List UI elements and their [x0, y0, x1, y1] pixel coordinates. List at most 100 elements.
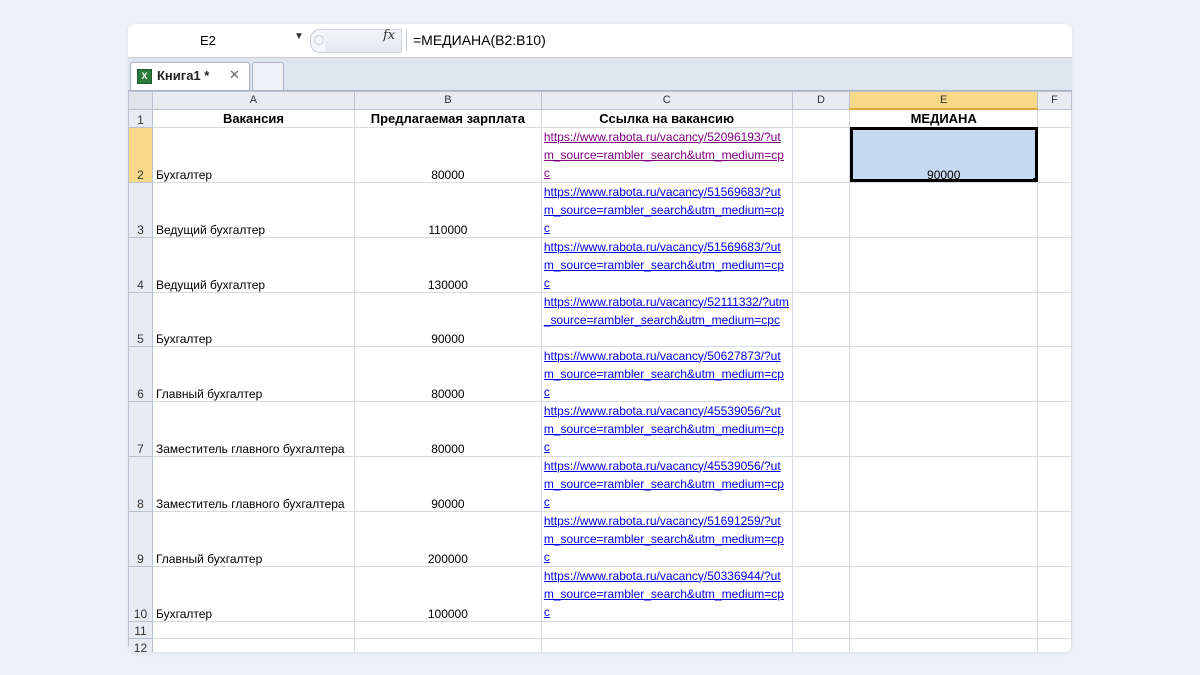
link-column-header[interactable]: Ссылка на вакансию: [540, 108, 793, 128]
workbook-tab[interactable]: X Книга1 * ✕: [130, 62, 250, 90]
select-all-corner[interactable]: [128, 91, 153, 110]
row-header[interactable]: 9: [128, 510, 153, 567]
row-header[interactable]: 4: [128, 236, 153, 293]
vacancy-cell[interactable]: Бухгалтер: [151, 565, 355, 622]
empty-cell[interactable]: [849, 510, 1039, 567]
empty-cell[interactable]: [791, 126, 851, 183]
salary-cell[interactable]: 80000: [353, 345, 542, 402]
vacancy-cell[interactable]: Главный бухгалтер: [151, 510, 355, 567]
row-header[interactable]: 12: [128, 637, 153, 652]
vacancy-column-header[interactable]: Вакансия: [151, 108, 355, 128]
vacancy-cell[interactable]: Заместитель главного бухгалтера: [151, 455, 355, 512]
empty-cell[interactable]: [791, 510, 851, 567]
empty-cell[interactable]: [1037, 345, 1072, 402]
column-header-b[interactable]: B: [353, 91, 542, 110]
empty-cell[interactable]: [849, 400, 1039, 457]
row-header[interactable]: 3: [128, 181, 153, 238]
row-header[interactable]: 6: [128, 345, 153, 402]
empty-cell[interactable]: [791, 565, 851, 622]
row-header[interactable]: 7: [128, 400, 153, 457]
median-result-cell[interactable]: 90000: [849, 126, 1039, 183]
row-header[interactable]: 5: [128, 291, 153, 347]
vacancy-cell[interactable]: Ведущий бухгалтер: [151, 181, 355, 238]
empty-cell[interactable]: [1037, 181, 1072, 238]
empty-cell[interactable]: [1037, 565, 1072, 622]
empty-cell[interactable]: [849, 181, 1039, 238]
empty-cell[interactable]: [791, 455, 851, 512]
empty-cell[interactable]: [1037, 400, 1072, 457]
empty-cell[interactable]: [849, 236, 1039, 293]
vacancy-cell[interactable]: Заместитель главного бухгалтера: [151, 400, 355, 457]
column-header-f[interactable]: F: [1037, 91, 1072, 110]
row-header[interactable]: 8: [128, 455, 153, 512]
empty-cell[interactable]: [1037, 236, 1072, 293]
row-header[interactable]: 11: [128, 620, 153, 639]
vacancy-link[interactable]: https://www.rabota.ru/vacancy/51691259/?…: [540, 510, 793, 567]
empty-cell[interactable]: [353, 637, 542, 652]
vacancy-link[interactable]: https://www.rabota.ru/vacancy/52111332/?…: [540, 291, 793, 347]
vacancy-cell[interactable]: Бухгалтер: [151, 126, 355, 183]
salary-cell[interactable]: 110000: [353, 181, 542, 238]
empty-cell[interactable]: [849, 455, 1039, 512]
empty-cell[interactable]: [791, 236, 851, 293]
empty-cell[interactable]: [1037, 637, 1072, 652]
empty-cell[interactable]: [1037, 108, 1072, 128]
vacancy-link[interactable]: https://www.rabota.ru/vacancy/51569683/?…: [540, 181, 793, 238]
column-header-a[interactable]: A: [151, 91, 355, 110]
salary-column-header[interactable]: Предлагаемая зарплата: [353, 108, 542, 128]
row-header[interactable]: 1: [128, 108, 153, 128]
empty-cell[interactable]: [849, 565, 1039, 622]
vacancy-link[interactable]: https://www.rabota.ru/vacancy/45539056/?…: [540, 455, 793, 512]
empty-cell[interactable]: [540, 637, 793, 652]
salary-cell[interactable]: 130000: [353, 236, 542, 293]
salary-cell[interactable]: 90000: [353, 291, 542, 347]
empty-cell[interactable]: [791, 637, 851, 652]
empty-cell[interactable]: [849, 637, 1039, 652]
row-header[interactable]: 10: [128, 565, 153, 622]
empty-cell[interactable]: [1037, 510, 1072, 567]
empty-cell[interactable]: [791, 620, 851, 639]
empty-cell[interactable]: [1037, 620, 1072, 639]
empty-cell[interactable]: [791, 345, 851, 402]
vacancy-link[interactable]: https://www.rabota.ru/vacancy/45539056/?…: [540, 400, 793, 457]
vacancy-cell[interactable]: Бухгалтер: [151, 291, 355, 347]
empty-cell[interactable]: [791, 291, 851, 347]
empty-cell[interactable]: [1037, 126, 1072, 183]
median-column-header[interactable]: МЕДИАНА: [849, 108, 1039, 128]
vacancy-link[interactable]: https://www.rabota.ru/vacancy/50336944/?…: [540, 565, 793, 622]
chevron-down-icon[interactable]: ▼: [294, 31, 304, 42]
empty-cell[interactable]: [849, 620, 1039, 639]
empty-cell[interactable]: [353, 620, 542, 639]
column-header-c[interactable]: C: [540, 91, 793, 110]
insert-function-button[interactable]: fx: [383, 28, 395, 43]
vacancy-link[interactable]: https://www.rabota.ru/vacancy/51569683/?…: [540, 236, 793, 293]
vacancy-link[interactable]: https://www.rabota.ru/vacancy/50627873/?…: [540, 345, 793, 402]
empty-cell[interactable]: [151, 620, 355, 639]
empty-cell[interactable]: [849, 291, 1039, 347]
empty-cell[interactable]: [791, 400, 851, 457]
vacancy-cell[interactable]: Главный бухгалтер: [151, 345, 355, 402]
salary-cell[interactable]: 200000: [353, 510, 542, 567]
column-header-d[interactable]: D: [791, 91, 851, 110]
salary-cell[interactable]: 100000: [353, 565, 542, 622]
new-tab-button[interactable]: [252, 62, 284, 90]
empty-cell[interactable]: [540, 620, 793, 639]
row-header[interactable]: 2: [128, 126, 153, 183]
empty-cell[interactable]: [1037, 455, 1072, 512]
salary-cell[interactable]: 80000: [353, 126, 542, 183]
close-icon[interactable]: ✕: [229, 67, 240, 83]
salary-cell[interactable]: 90000: [353, 455, 542, 512]
formula-bar-resize-handle[interactable]: [310, 29, 326, 53]
empty-cell[interactable]: [849, 345, 1039, 402]
vacancy-cell[interactable]: Ведущий бухгалтер: [151, 236, 355, 293]
formula-input[interactable]: =МЕДИАНА(B2:B10): [406, 29, 1072, 51]
empty-cell[interactable]: [1037, 291, 1072, 347]
vacancy-link[interactable]: https://www.rabota.ru/vacancy/52096193/?…: [540, 126, 793, 183]
name-box[interactable]: E2 ▼: [130, 30, 306, 51]
empty-cell[interactable]: [151, 637, 355, 652]
empty-cell[interactable]: [791, 181, 851, 238]
empty-cell[interactable]: [791, 108, 851, 128]
column-header-e[interactable]: E: [849, 91, 1039, 110]
salary-cell[interactable]: 80000: [353, 400, 542, 457]
fill-handle[interactable]: [1033, 177, 1037, 181]
